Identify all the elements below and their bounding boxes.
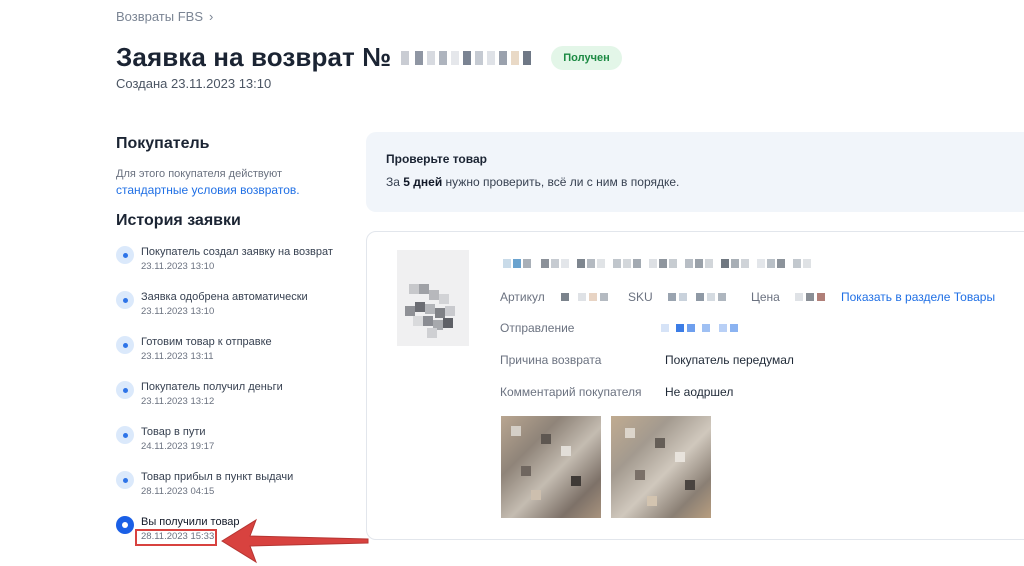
buyer-note: Для этого покупателя действуют — [116, 168, 283, 180]
comment-label: Комментарий покупателя — [500, 385, 642, 399]
status-badge: Получен — [551, 45, 622, 70]
redacted-shipment — [661, 324, 741, 332]
timeline-dot-icon — [116, 381, 134, 399]
buyer-section-title: Покупатель — [116, 135, 210, 152]
event-time: 23.11.2023 13:11 — [141, 351, 214, 362]
page-title: Заявка на возврат № — [116, 42, 392, 72]
redacted-product-name — [503, 259, 813, 268]
event-time: 23.11.2023 13:10 — [141, 306, 215, 317]
history-event: Покупатель создал заявку на возврат 23.1… — [116, 246, 356, 291]
redacted-article — [561, 293, 611, 301]
check-text-prefix: За — [386, 175, 400, 189]
breadcrumb-link[interactable]: Возвраты FBS — [116, 9, 203, 24]
event-time: 23.11.2023 13:10 — [141, 261, 215, 272]
event-text: Товар в пути — [141, 426, 206, 438]
history-event: Готовим товар к отправке 23.11.2023 13:1… — [116, 336, 356, 381]
check-title: Проверьте товар — [386, 152, 487, 166]
timeline-dot-active-icon — [116, 516, 134, 534]
product-card: Артикул SKU Цена Показать в разделе Това… — [366, 231, 1024, 540]
event-time: 24.11.2023 19:17 — [141, 441, 215, 452]
check-text-suffix: нужно проверить, всё ли с ним в порядке. — [445, 175, 680, 189]
product-thumbnail — [397, 250, 469, 346]
buyer-photo-2[interactable] — [611, 416, 711, 518]
page-header: Заявка на возврат № Получен — [116, 42, 622, 73]
history-timeline: Покупатель создал заявку на возврат 23.1… — [116, 246, 356, 561]
chevron-right-icon: › — [209, 9, 214, 24]
breadcrumb[interactable]: Возвраты FBS › — [116, 9, 213, 24]
history-event: Заявка одобрена автоматически 23.11.2023… — [116, 291, 356, 336]
redacted-sku — [668, 293, 729, 301]
shipment-label: Отправление — [500, 321, 575, 335]
reason-label: Причина возврата — [500, 353, 602, 367]
event-text: Заявка одобрена автоматически — [141, 291, 308, 303]
annotation-arrow-icon — [221, 518, 369, 564]
annotation-highlight-box — [135, 529, 217, 546]
event-text: Покупатель получил деньги — [141, 381, 283, 393]
show-in-products-link[interactable]: Показать в разделе Товары — [841, 290, 995, 304]
return-conditions-link[interactable]: стандартные условия возвратов. — [116, 183, 300, 197]
buyer-photo-1[interactable] — [501, 416, 601, 518]
comment-value: Не аодршел — [665, 385, 734, 399]
event-text: Товар прибыл в пункт выдачи — [141, 471, 294, 483]
event-text: Покупатель создал заявку на возврат — [141, 246, 333, 258]
check-product-card: Проверьте товар За 5 дней нужно проверит… — [366, 132, 1024, 212]
timeline-dot-icon — [116, 426, 134, 444]
article-label: Артикул — [500, 290, 545, 304]
redacted-request-number — [401, 49, 532, 67]
history-event: Покупатель получил деньги 23.11.2023 13:… — [116, 381, 356, 426]
sku-label: SKU — [628, 290, 653, 304]
created-date: Создана 23.11.2023 13:10 — [116, 76, 272, 91]
timeline-dot-icon — [116, 246, 134, 264]
history-event: Товар в пути 24.11.2023 19:17 — [116, 426, 356, 471]
reason-value: Покупатель передумал — [665, 353, 794, 367]
event-time: 23.11.2023 13:12 — [141, 396, 215, 407]
history-section-title: История заявки — [116, 212, 241, 229]
timeline-dot-icon — [116, 471, 134, 489]
price-label: Цена — [751, 290, 780, 304]
check-days: 5 дней — [403, 175, 443, 189]
event-text: Готовим товар к отправке — [141, 336, 272, 348]
timeline-dot-icon — [116, 336, 134, 354]
history-event: Товар прибыл в пункт выдачи 28.11.2023 0… — [116, 471, 356, 516]
check-text: За 5 дней нужно проверить, всё ли с ним … — [386, 175, 1024, 189]
timeline-dot-icon — [116, 291, 134, 309]
event-time: 28.11.2023 04:15 — [141, 486, 215, 497]
redacted-price — [795, 293, 828, 301]
